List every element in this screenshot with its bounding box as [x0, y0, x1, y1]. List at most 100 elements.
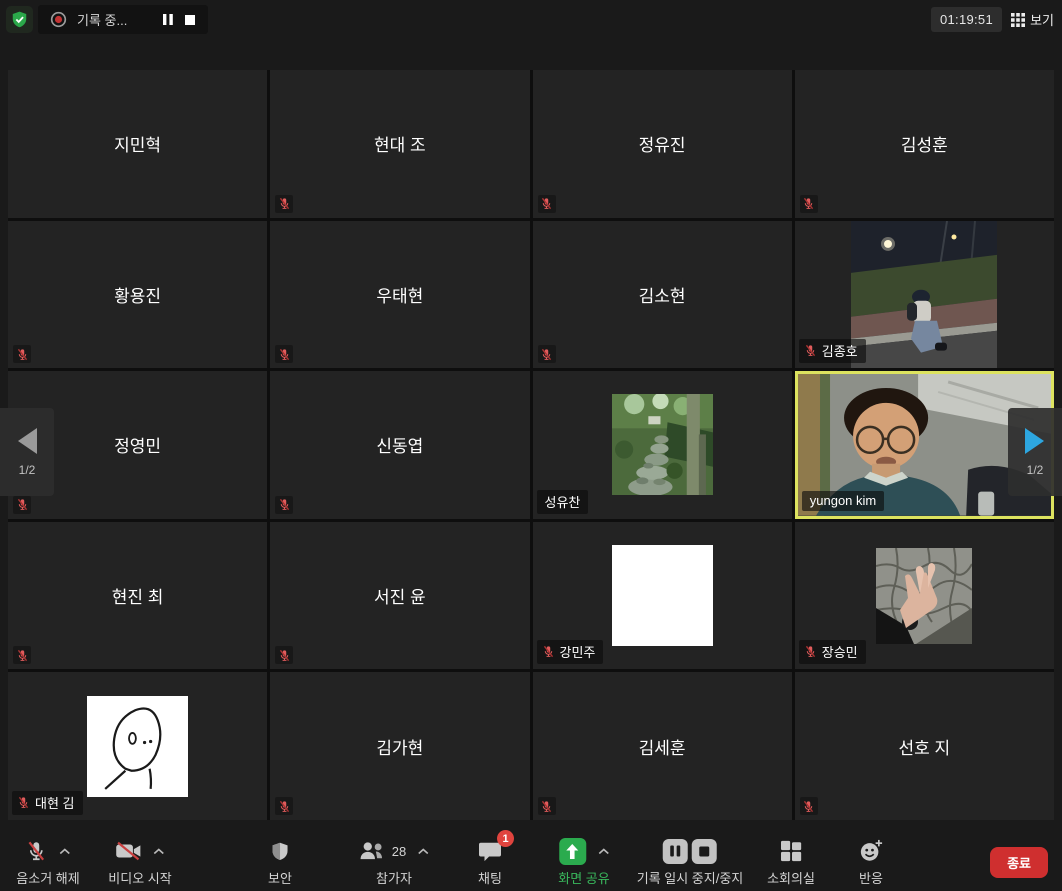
- participant-tile[interactable]: 현대 조: [270, 70, 529, 218]
- participant-tile[interactable]: 성유찬: [533, 371, 792, 519]
- arrow-right-icon: [1023, 427, 1047, 455]
- participant-tile[interactable]: 신동엽: [270, 371, 529, 519]
- muted-indicator: [538, 195, 556, 213]
- muted-indicator: [538, 345, 556, 363]
- participant-tile[interactable]: 황용진: [8, 221, 267, 369]
- meeting-timer: 01:19:51: [931, 7, 1002, 32]
- chevron-up-icon[interactable]: [418, 848, 429, 855]
- share-screen-button[interactable]: 화면 공유: [558, 837, 609, 887]
- recording-controls-label: 기록 일시 중지/중지: [637, 868, 744, 887]
- breakout-rooms-icon: [780, 840, 802, 862]
- participant-tile[interactable]: 김세훈: [533, 672, 792, 820]
- stop-icon: [184, 14, 196, 26]
- participant-tile[interactable]: 현진 최: [8, 522, 267, 670]
- participant-tile[interactable]: 정유진: [533, 70, 792, 218]
- mic-muted-icon: [804, 645, 817, 658]
- chevron-up-icon[interactable]: [598, 848, 609, 855]
- mic-muted-icon: [802, 197, 815, 210]
- participant-tile[interactable]: 김성훈: [795, 70, 1054, 218]
- participant-count: 28: [392, 844, 406, 859]
- mic-muted-icon: [16, 498, 29, 511]
- mic-muted-icon: [804, 344, 817, 357]
- participant-name-tag: 성유찬: [537, 490, 589, 514]
- muted-indicator: [13, 345, 31, 363]
- participant-tile[interactable]: 지민혁: [8, 70, 267, 218]
- participant-name-tag: 대현 김: [12, 791, 83, 815]
- participant-tile[interactable]: 김소현: [533, 221, 792, 369]
- start-video-label: 비디오 시작: [108, 868, 171, 887]
- mic-muted-icon: [16, 348, 29, 361]
- share-screen-icon: [559, 838, 586, 865]
- participant-tile[interactable]: 장승민: [795, 522, 1054, 670]
- participant-name: 현진 최: [8, 522, 267, 670]
- chevron-up-icon[interactable]: [59, 848, 70, 855]
- zoom-meeting-window: 기록 중... 01:19:51 보기: [0, 0, 1062, 891]
- view-button[interactable]: 보기: [1011, 7, 1054, 32]
- mic-muted-icon: [278, 498, 291, 511]
- participant-name-tag: yungon kim: [802, 491, 884, 511]
- stop-recording-toolbar-button[interactable]: [692, 839, 717, 864]
- stop-recording-button[interactable]: [184, 14, 196, 26]
- participant-name: 선호 지: [795, 672, 1054, 820]
- participant-name: 서진 윤: [270, 522, 529, 670]
- unmute-label: 음소거 해제: [16, 868, 79, 887]
- record-dot-icon: [50, 11, 67, 28]
- participant-tile[interactable]: 서진 윤: [270, 522, 529, 670]
- end-meeting-button[interactable]: 종료: [990, 847, 1048, 878]
- muted-indicator: [275, 646, 293, 664]
- arrow-left-icon: [15, 427, 39, 455]
- participant-name-tag: 장승민: [799, 640, 866, 664]
- chat-button[interactable]: 1 채팅: [478, 837, 502, 887]
- mic-muted-icon: [278, 348, 291, 361]
- top-bar: 기록 중... 01:19:51 보기: [0, 0, 1062, 40]
- breakout-rooms-label: 소회의실: [767, 868, 815, 887]
- participant-name: 지민혁: [8, 70, 267, 218]
- pause-recording-button[interactable]: [162, 13, 174, 26]
- mic-muted-icon: [802, 800, 815, 813]
- participant-tile[interactable]: 김종호: [795, 221, 1054, 369]
- participant-tile[interactable]: 대현 김: [8, 672, 267, 820]
- participants-button[interactable]: 28 참가자: [359, 837, 429, 887]
- page-indicator: 1/2: [19, 463, 36, 477]
- participant-tile[interactable]: 김가현: [270, 672, 529, 820]
- participant-name: 현대 조: [270, 70, 529, 218]
- security-button[interactable]: 보안: [268, 837, 292, 887]
- next-page-button[interactable]: 1/2: [1008, 408, 1062, 496]
- breakout-rooms-button[interactable]: 소회의실: [767, 837, 815, 887]
- reactions-icon: [859, 839, 883, 863]
- unmute-button[interactable]: 음소거 해제: [16, 837, 79, 887]
- security-label: 보안: [268, 868, 292, 887]
- pause-icon: [162, 13, 174, 26]
- mic-muted-icon: [278, 800, 291, 813]
- muted-indicator: [800, 797, 818, 815]
- participant-name: 김성훈: [795, 70, 1054, 218]
- participant-name: 성유찬: [545, 492, 581, 511]
- participant-name: 황용진: [8, 221, 267, 369]
- participant-name: 대현 김: [35, 793, 75, 812]
- reactions-button[interactable]: 반응: [859, 837, 883, 887]
- recording-indicator: 기록 중...: [38, 5, 208, 34]
- pause-recording-toolbar-button[interactable]: [663, 839, 688, 864]
- participant-name: 김소현: [533, 221, 792, 369]
- muted-indicator: [275, 345, 293, 363]
- participant-tile[interactable]: 강민주: [533, 522, 792, 670]
- meeting-info-button[interactable]: [6, 6, 33, 33]
- participants-label: 참가자: [376, 868, 412, 887]
- start-video-button[interactable]: 비디오 시작: [108, 837, 171, 887]
- mic-muted-icon: [16, 649, 29, 662]
- previous-page-button[interactable]: 1/2: [0, 408, 54, 496]
- participant-name: 정유진: [533, 70, 792, 218]
- page-indicator: 1/2: [1027, 463, 1044, 477]
- camera-off-icon: [115, 840, 141, 862]
- participant-name: 우태현: [270, 221, 529, 369]
- recording-status-label: 기록 중...: [77, 10, 152, 29]
- participant-tile[interactable]: 우태현: [270, 221, 529, 369]
- pause-icon: [670, 845, 681, 857]
- participant-tile[interactable]: 선호 지: [795, 672, 1054, 820]
- shield-check-icon: [10, 10, 29, 29]
- mic-muted-icon: [540, 348, 553, 361]
- muted-indicator: [275, 797, 293, 815]
- chevron-up-icon[interactable]: [153, 848, 164, 855]
- participant-grid: 지민혁현대 조 정유진 김성훈 황용진 우태현 김소현: [8, 70, 1054, 820]
- reactions-label: 반응: [859, 868, 883, 887]
